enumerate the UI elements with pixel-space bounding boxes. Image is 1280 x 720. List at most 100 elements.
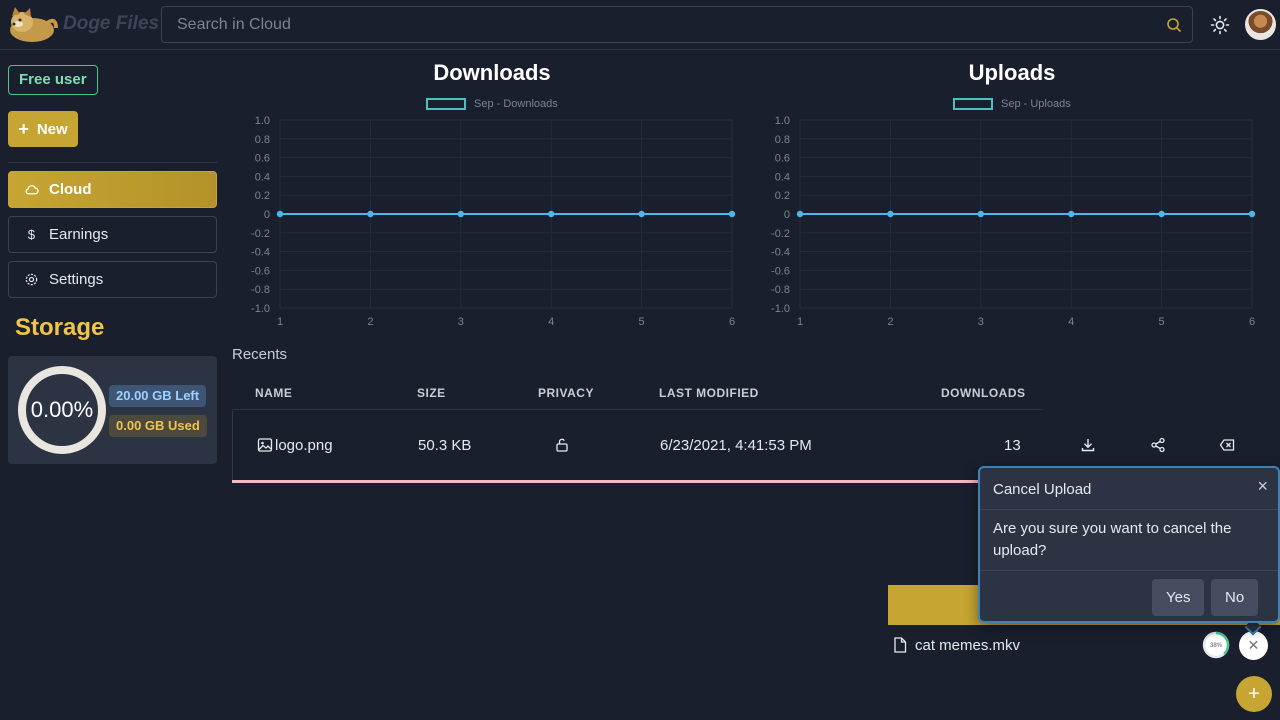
- storage-title: Storage: [15, 314, 105, 341]
- data-point: [796, 210, 804, 218]
- cloud-icon: [25, 185, 39, 195]
- avatar[interactable]: [1245, 9, 1276, 40]
- file-size: 50.3 KB: [418, 437, 472, 454]
- sidebar-item-label: Settings: [49, 271, 104, 288]
- svg-text:$: $: [28, 227, 36, 242]
- storage-used-badge: 0.00 GB Used: [109, 415, 207, 437]
- data-point: [276, 210, 284, 218]
- data-point: [638, 210, 645, 218]
- sidebar-divider: [8, 162, 217, 163]
- close-icon: ✕: [1247, 637, 1260, 653]
- y-tick-label: 0: [264, 209, 270, 221]
- downloads-chart: 1.0 0.8 0.6 0.4 0.2 0 -0.2 -0.4 -0.6 -0.8 -1.0 1 2 3 4…: [251, 115, 736, 328]
- upload-progress-ring: 38%: [1202, 631, 1230, 659]
- search-box[interactable]: [161, 6, 1193, 43]
- column-header-downloads[interactable]: DOWNLOADS: [941, 386, 1026, 400]
- upload-progress-text: 38%: [1210, 643, 1223, 649]
- sidebar-item-settings[interactable]: Settings: [8, 261, 217, 298]
- uploads-legend[interactable]: Sep - Uploads: [953, 98, 1071, 110]
- image-file-icon: [257, 438, 273, 452]
- table-header: NAME SIZE PRIVACY LAST MODIFIED DOWNLOAD…: [232, 378, 1042, 410]
- file-modified-date: 6/23/2021, 4:41:53 PM: [660, 437, 812, 454]
- column-header-modified[interactable]: LAST MODIFIED: [659, 386, 759, 400]
- search-input[interactable]: [177, 7, 1157, 42]
- plan-badge: Free user: [8, 65, 98, 95]
- y-tick-label: 0.8: [775, 134, 790, 146]
- dialog-header: Cancel Upload ×: [980, 468, 1278, 510]
- sidebar-item-cloud[interactable]: Cloud: [8, 171, 217, 208]
- y-tick-label: 0.8: [255, 134, 270, 146]
- no-button[interactable]: No: [1211, 579, 1259, 616]
- new-button-label: New: [36, 120, 68, 138]
- storage-percent: 0.00%: [30, 397, 94, 422]
- x-tick-label: 1: [277, 316, 283, 328]
- row-upload-progress: [232, 480, 980, 483]
- uploads-chart: 1.0 0.8 0.6 0.4 0.2 0 -0.2 -0.4 -0.6 -0.8 -1.0 1 2 3 4…: [771, 115, 1256, 328]
- y-tick-label: 0.6: [775, 153, 790, 165]
- column-header-name[interactable]: NAME: [255, 386, 292, 400]
- y-tick-label: 0.4: [255, 171, 270, 183]
- doge-logo-icon[interactable]: [6, 6, 58, 44]
- downloads-chart-title: Downloads: [433, 60, 551, 85]
- upload-item: cat memes.mkv 38% ✕: [888, 625, 1280, 665]
- sun-icon[interactable]: [1209, 14, 1231, 36]
- y-tick-label: -1.0: [251, 303, 270, 315]
- plus-icon: +: [18, 119, 29, 139]
- data-point: [1248, 210, 1256, 218]
- y-tick-label: -0.4: [771, 247, 790, 259]
- data-point: [887, 210, 894, 218]
- upload-file-name: cat memes.mkv: [915, 637, 1021, 654]
- cancel-upload-button[interactable]: ✕: [1239, 631, 1268, 660]
- y-tick-label: 1.0: [255, 115, 270, 127]
- column-header-privacy[interactable]: PRIVACY: [538, 386, 594, 400]
- delete-icon[interactable]: [1219, 437, 1235, 453]
- unlock-icon[interactable]: [554, 437, 570, 453]
- y-tick-label: 0.4: [775, 171, 790, 183]
- dollar-icon: $: [28, 227, 36, 242]
- dialog-divider: [980, 570, 1278, 571]
- x-tick-label: 5: [1159, 316, 1165, 328]
- column-header-size[interactable]: SIZE: [417, 386, 446, 400]
- brand-name: Doge Files: [63, 13, 160, 34]
- y-tick-label: -0.2: [251, 228, 270, 240]
- data-point: [977, 210, 984, 218]
- add-fab-button[interactable]: +: [1236, 676, 1272, 712]
- y-tick-label: 1.0: [775, 115, 790, 127]
- file-downloads-count: 13: [1004, 437, 1021, 454]
- y-tick-label: -1.0: [771, 303, 790, 315]
- download-icon[interactable]: [1080, 437, 1096, 453]
- data-point: [457, 210, 464, 218]
- y-tick-label: -0.8: [771, 284, 790, 296]
- search-icon[interactable]: [1166, 17, 1182, 33]
- y-tick-label: -0.8: [251, 284, 270, 296]
- downloads-legend[interactable]: Sep - Downloads: [426, 98, 558, 110]
- legend-label: Sep - Downloads: [474, 98, 558, 110]
- data-point: [548, 210, 555, 218]
- close-icon[interactable]: ×: [1257, 476, 1268, 497]
- yes-button[interactable]: Yes: [1152, 579, 1205, 616]
- storage-card: 0.00% 20.00 GB Left 0.00 GB Used: [8, 356, 217, 464]
- file-name[interactable]: logo.png: [275, 437, 333, 454]
- legend-label: Sep - Uploads: [1001, 98, 1071, 110]
- data-point: [728, 210, 736, 218]
- x-tick-label: 6: [729, 316, 735, 328]
- data-point: [367, 210, 374, 218]
- y-tick-label: 0.6: [255, 153, 270, 165]
- y-tick-label: -0.2: [771, 228, 790, 240]
- x-tick-label: 6: [1249, 316, 1255, 328]
- recents-heading: Recents: [232, 346, 288, 363]
- share-icon[interactable]: [1150, 437, 1166, 453]
- data-point: [1068, 210, 1075, 218]
- cancel-upload-dialog: Cancel Upload × Are you sure you want to…: [978, 466, 1280, 623]
- file-icon: [894, 637, 907, 653]
- new-button[interactable]: + New: [8, 111, 78, 147]
- storage-usage-ring: 0.00%: [18, 366, 106, 454]
- storage-left-badge: 20.00 GB Left: [109, 385, 207, 407]
- dialog-title: Cancel Upload: [993, 481, 1092, 498]
- y-tick-label: 0: [784, 209, 790, 221]
- sidebar-item-earnings[interactable]: $ Earnings: [8, 216, 217, 253]
- data-point: [1158, 210, 1165, 218]
- y-tick-label: -0.4: [251, 247, 270, 259]
- legend-swatch: [953, 98, 993, 110]
- x-tick-label: 5: [639, 316, 645, 328]
